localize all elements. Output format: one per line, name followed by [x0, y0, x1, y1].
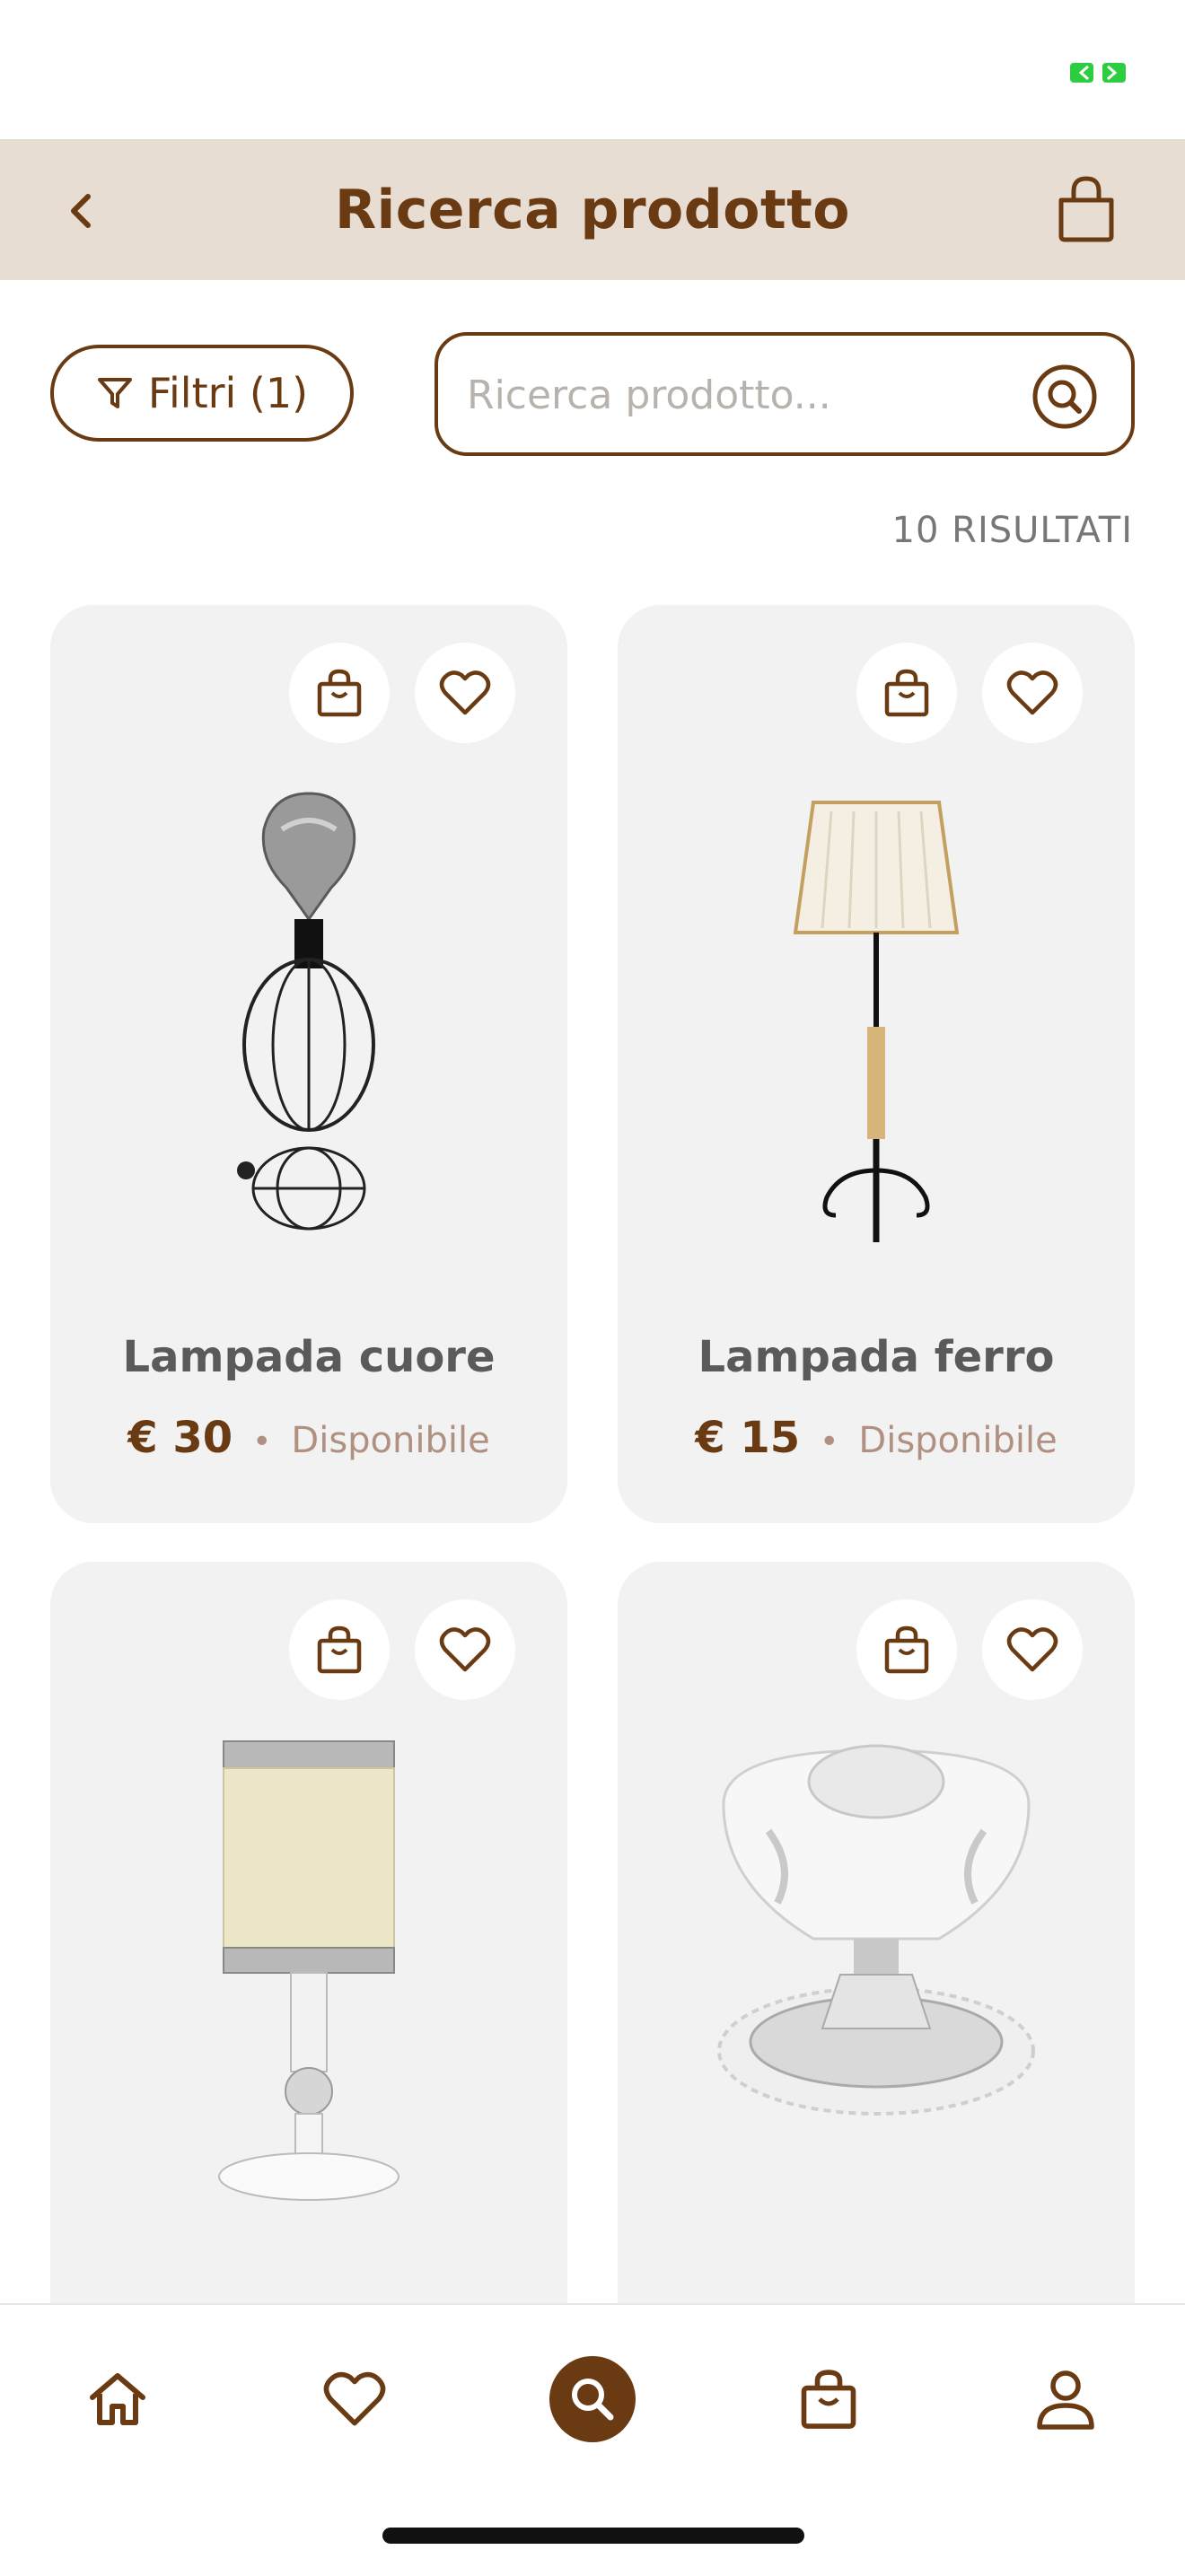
tab-profile[interactable] — [1016, 2350, 1115, 2449]
favorite-button[interactable] — [415, 1599, 515, 1700]
availability-status: Disponibile — [858, 1420, 1058, 1461]
availability-status: Disponibile — [291, 1420, 490, 1461]
product-image — [237, 792, 375, 1231]
product-image — [717, 1744, 1035, 2116]
heart-icon — [1006, 670, 1058, 715]
chevron-left-icon — [71, 194, 91, 228]
heart-icon — [323, 2371, 386, 2426]
shopping-bag-icon — [1058, 176, 1114, 242]
filter-icon — [97, 378, 132, 408]
battery-icon — [1070, 63, 1126, 83]
separator-dot: • — [820, 1424, 839, 1460]
add-to-cart-button[interactable] — [856, 643, 957, 743]
tab-cart[interactable] — [779, 2350, 878, 2449]
product-price: € 30 — [127, 1413, 233, 1463]
home-icon — [90, 2373, 145, 2425]
back-button[interactable] — [56, 184, 110, 238]
filters-label: Filtri (1) — [147, 369, 309, 417]
home-indicator — [382, 2528, 804, 2544]
favorite-button[interactable] — [982, 1599, 1083, 1700]
user-icon — [1037, 2370, 1094, 2430]
favorite-button[interactable] — [982, 643, 1083, 743]
shopping-bag-icon — [884, 669, 929, 717]
favorite-button[interactable] — [415, 643, 515, 743]
shopping-bag-icon — [317, 1625, 362, 1674]
results-count: 10 RISULTATI — [891, 510, 1133, 551]
add-to-cart-button[interactable] — [289, 1599, 390, 1700]
shopping-bag-icon — [884, 1625, 929, 1674]
add-to-cart-button[interactable] — [856, 1599, 957, 1700]
product-card[interactable] — [618, 1562, 1135, 2370]
shopping-bag-icon — [317, 669, 362, 717]
search-icon — [1032, 364, 1097, 429]
tab-home[interactable] — [68, 2350, 167, 2449]
product-name: Lampada ferro — [698, 1332, 1055, 1382]
page-title: Ricerca prodotto — [334, 178, 851, 241]
product-name: Lampada cuore — [122, 1332, 496, 1382]
separator-dot: • — [252, 1424, 272, 1460]
price-row: € 15 • Disponibile — [618, 1413, 1135, 1463]
product-image — [218, 1740, 399, 2201]
search-input[interactable] — [465, 363, 998, 427]
product-image — [793, 801, 960, 1242]
cart-button[interactable] — [1050, 173, 1122, 245]
status-bar — [0, 0, 1185, 139]
product-card[interactable]: Lampada ferro € 15 • Disponibile — [618, 605, 1135, 1523]
filters-button[interactable]: Filtri (1) — [50, 345, 354, 442]
product-price: € 15 — [695, 1413, 801, 1463]
search-box — [434, 332, 1135, 456]
product-card[interactable] — [50, 1562, 567, 2370]
heart-icon — [439, 670, 491, 715]
search-submit-button[interactable] — [1031, 363, 1099, 431]
heart-icon — [439, 1627, 491, 1672]
add-to-cart-button[interactable] — [289, 643, 390, 743]
header: Ricerca prodotto — [0, 139, 1185, 280]
tab-favorites[interactable] — [305, 2350, 404, 2449]
search-icon — [572, 2379, 614, 2421]
product-card[interactable]: Lampada cuore € 30 • Disponibile — [50, 605, 567, 1523]
heart-icon — [1006, 1627, 1058, 1672]
tab-search[interactable] — [549, 2356, 636, 2442]
shopping-bag-icon — [801, 2370, 856, 2429]
price-row: € 30 • Disponibile — [50, 1413, 567, 1463]
